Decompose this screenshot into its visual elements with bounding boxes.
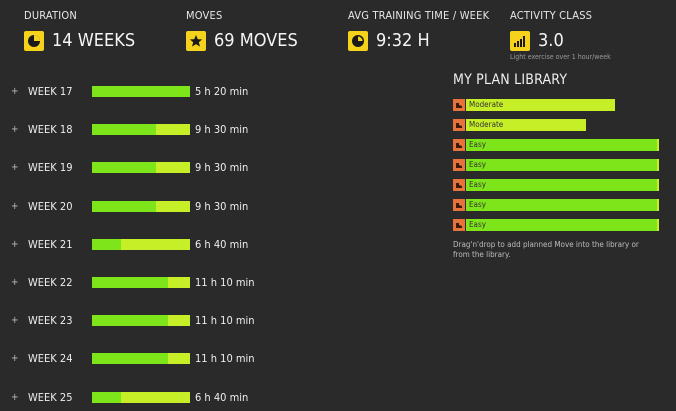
plan-library-title: MY PLAN LIBRARY xyxy=(453,72,568,88)
library-item-bar xyxy=(466,219,659,231)
clock-icon xyxy=(348,30,368,51)
week-label: WEEK 21 xyxy=(28,238,73,251)
week-progress-bar xyxy=(92,86,190,97)
week-time: 11 h 10 min xyxy=(195,276,255,289)
expand-plus-icon[interactable]: + xyxy=(11,124,19,135)
week-progress-bar xyxy=(92,392,190,403)
activity-class-label: ACTIVITY CLASS xyxy=(510,9,593,22)
week-bar-fill xyxy=(92,277,169,288)
week-bar-fill xyxy=(92,315,169,326)
week-label: WEEK 25 xyxy=(28,391,73,404)
week-time: 11 h 10 min xyxy=(195,314,255,327)
library-item-bar xyxy=(466,199,659,211)
signal-bars-icon xyxy=(510,30,530,51)
week-progress-bar xyxy=(92,124,190,135)
week-bar-fill xyxy=(92,392,122,403)
library-item-label: Easy xyxy=(469,220,486,229)
duration-value: 14 WEEKS xyxy=(52,30,136,51)
week-time: 11 h 10 min xyxy=(195,352,255,365)
shoe-icon xyxy=(453,99,465,111)
expand-plus-icon[interactable]: + xyxy=(11,277,19,288)
expand-plus-icon[interactable]: + xyxy=(11,239,19,250)
week-bar-fill xyxy=(92,162,156,173)
pie-chart-icon xyxy=(24,30,44,51)
week-progress-bar xyxy=(92,277,190,288)
activity-class-stat: ACTIVITY CLASS 3.0 Light exercise over 1… xyxy=(510,9,611,61)
shoe-icon xyxy=(453,179,465,191)
activity-class-note: Light exercise over 1 hour/week xyxy=(510,53,611,61)
week-progress-bar xyxy=(92,353,190,364)
expand-plus-icon[interactable]: + xyxy=(11,201,19,212)
week-time: 6 h 40 min xyxy=(195,391,249,404)
week-label: WEEK 23 xyxy=(28,314,73,327)
week-label: WEEK 20 xyxy=(28,200,73,213)
week-label: WEEK 22 xyxy=(28,276,73,289)
week-label: WEEK 19 xyxy=(28,161,73,174)
library-item-label: Easy xyxy=(469,140,486,149)
shoe-icon xyxy=(453,199,465,211)
library-item-label: Easy xyxy=(469,160,486,169)
moves-label: MOVES xyxy=(186,9,223,22)
star-icon xyxy=(186,30,206,51)
library-item-bar xyxy=(466,159,659,171)
week-label: WEEK 24 xyxy=(28,352,73,365)
avg-training-value: 9:32 H xyxy=(376,30,430,51)
week-time: 9 h 30 min xyxy=(195,161,249,174)
week-progress-bar xyxy=(92,239,190,250)
week-progress-bar xyxy=(92,162,190,173)
library-item-label: Moderate xyxy=(469,120,504,129)
duration-label: DURATION xyxy=(24,9,77,22)
moves-value: 69 MOVES xyxy=(214,30,298,51)
week-bar-fill xyxy=(92,353,169,364)
expand-plus-icon[interactable]: + xyxy=(11,86,19,97)
week-label: WEEK 18 xyxy=(28,123,73,136)
week-bar-fill xyxy=(92,124,156,135)
library-item-label: Easy xyxy=(469,180,486,189)
expand-plus-icon[interactable]: + xyxy=(11,162,19,173)
library-item-label: Moderate xyxy=(469,100,504,109)
activity-class-value: 3.0 xyxy=(538,30,564,51)
expand-plus-icon[interactable]: + xyxy=(11,315,19,326)
avg-training-label: AVG TRAINING TIME / WEEK xyxy=(348,9,490,22)
week-time: 9 h 30 min xyxy=(195,200,249,213)
library-item-label: Easy xyxy=(469,200,486,209)
week-progress-bar xyxy=(92,315,190,326)
library-item-bar xyxy=(466,179,659,191)
avg-training-stat: AVG TRAINING TIME / WEEK 9:32 H xyxy=(348,9,489,51)
week-label: WEEK 17 xyxy=(28,85,73,98)
duration-stat: DURATION 14 WEEKS xyxy=(24,9,135,51)
week-time: 5 h 20 min xyxy=(195,85,249,98)
week-progress-bar xyxy=(92,201,190,212)
expand-plus-icon[interactable]: + xyxy=(11,353,19,364)
week-bar-fill xyxy=(92,239,122,250)
week-bar-fill xyxy=(92,86,190,97)
week-time: 9 h 30 min xyxy=(195,123,249,136)
moves-stat: MOVES 69 MOVES xyxy=(186,9,298,51)
shoe-icon xyxy=(453,119,465,131)
week-time: 6 h 40 min xyxy=(195,238,249,251)
shoe-icon xyxy=(453,139,465,151)
expand-plus-icon[interactable]: + xyxy=(11,392,19,403)
shoe-icon xyxy=(453,219,465,231)
library-item-bar xyxy=(466,139,659,151)
week-bar-fill xyxy=(92,201,156,212)
shoe-icon xyxy=(453,159,465,171)
library-help-text: Drag'n'drop to add planned Move into the… xyxy=(453,240,639,259)
